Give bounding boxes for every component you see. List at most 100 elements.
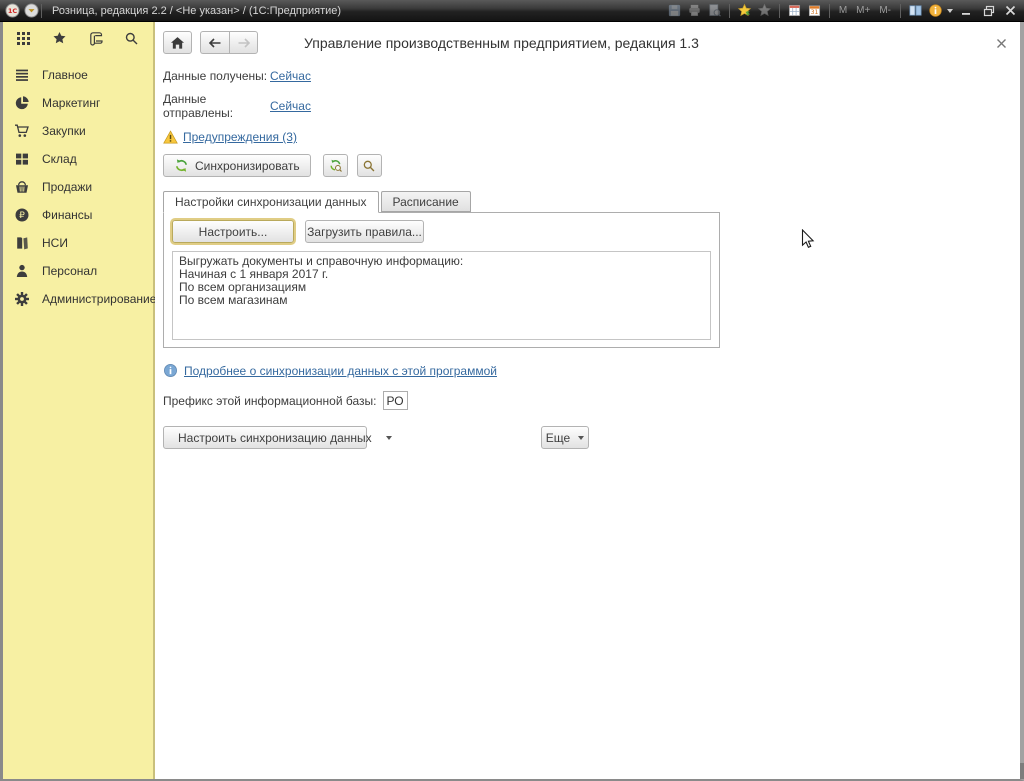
forward-button[interactable] — [229, 31, 258, 54]
synchronize-button-label: Синхронизировать — [195, 159, 300, 173]
all-functions-grid-icon[interactable] — [16, 31, 31, 46]
sync-details-link[interactable]: Подробнее о синхронизации данных с этой … — [184, 364, 497, 378]
sidebar-item-label: Персонал — [42, 264, 97, 278]
close-window-button[interactable] — [1002, 3, 1019, 18]
basket-icon — [14, 179, 30, 195]
sync-details-button[interactable] — [323, 154, 348, 177]
titlebar-separator — [829, 4, 830, 18]
back-arrow-icon — [208, 37, 222, 49]
window-body: Главное Маркетинг Закупки — [0, 22, 1024, 781]
data-received-link[interactable]: Сейчас — [270, 69, 311, 83]
close-icon — [1005, 5, 1016, 16]
sidebar-item-personnel[interactable]: Персонал — [3, 257, 153, 285]
sidebar-item-label: НСИ — [42, 236, 68, 250]
sidebar-item-purchases[interactable]: Закупки — [3, 117, 153, 145]
back-button[interactable] — [200, 31, 229, 54]
sync-search-icon — [328, 158, 343, 173]
titlebar-separator — [41, 4, 42, 18]
gear-icon — [14, 291, 30, 307]
tab-schedule[interactable]: Расписание — [381, 191, 471, 212]
memory-minus-button[interactable]: M- — [877, 5, 893, 16]
synchronize-button[interactable]: Синхронизировать — [163, 154, 311, 177]
restore-icon — [983, 5, 995, 17]
reference-books-icon — [14, 235, 30, 251]
memory-recall-button[interactable]: M — [837, 5, 849, 16]
calendar-icon[interactable]: 31 — [807, 3, 822, 18]
setup-sync-button-label: Настроить синхронизацию данных — [178, 431, 372, 445]
configure-button[interactable]: Настроить... — [172, 220, 294, 243]
find-button[interactable] — [357, 154, 382, 177]
sidebar-item-label: Финансы — [42, 208, 92, 222]
home-button[interactable] — [163, 31, 192, 54]
sync-description-line: По всем магазинам — [179, 294, 704, 307]
sidebar-item-warehouse[interactable]: Склад — [3, 145, 153, 173]
sections-menu: Главное Маркетинг Закупки — [3, 61, 153, 313]
titlebar-separator — [729, 4, 730, 18]
add-favorite-icon[interactable] — [737, 3, 752, 18]
warehouse-boxes-icon — [14, 151, 30, 167]
favorites-icon[interactable] — [757, 3, 772, 18]
memory-plus-button[interactable]: M+ — [854, 5, 872, 16]
info-menu[interactable] — [928, 3, 953, 18]
pie-chart-icon — [14, 95, 30, 111]
configure-button-label: Настроить... — [199, 225, 268, 239]
load-rules-button[interactable]: Загрузить правила... — [305, 220, 424, 243]
warnings-link[interactable]: Предупреждения (3) — [183, 130, 297, 144]
tab-label: Расписание — [393, 195, 459, 209]
sidebar-item-label: Продажи — [42, 180, 92, 194]
data-sent-row: Данные отправлены: Сейчас — [163, 92, 1020, 120]
close-form-button[interactable] — [996, 36, 1010, 50]
sidebar-item-marketing[interactable]: Маркетинг — [3, 89, 153, 117]
application-window: 1С Розница, редакция 2.2 / <Не указан> /… — [0, 0, 1024, 781]
data-sent-label: Данные отправлены: — [163, 92, 270, 120]
app-1c-icon[interactable]: 1С — [5, 3, 20, 18]
sidebar-item-label: Склад — [42, 152, 77, 166]
calculator-icon[interactable] — [787, 3, 802, 18]
sidebar-item-administration[interactable]: Администрирование — [3, 285, 153, 313]
navigation-buttons — [200, 31, 258, 54]
sidebar-item-nsi[interactable]: НСИ — [3, 229, 153, 257]
system-menu-icon[interactable] — [24, 3, 39, 18]
load-rules-button-label: Загрузить правила... — [307, 225, 422, 239]
save-icon[interactable] — [667, 3, 682, 18]
close-form-icon — [996, 38, 1007, 49]
print-preview-icon[interactable] — [707, 3, 722, 18]
history-icon[interactable] — [88, 31, 103, 46]
sidebar-item-label: Маркетинг — [42, 96, 100, 110]
restore-button[interactable] — [980, 3, 997, 18]
form-title: Управление производственным предприятием… — [304, 35, 699, 51]
data-sent-link[interactable]: Сейчас — [270, 99, 311, 113]
info-caret-icon — [947, 9, 953, 13]
tab-sync-settings[interactable]: Настройки синхронизации данных — [163, 191, 379, 213]
cart-icon — [14, 123, 30, 139]
sync-description-box[interactable]: Выгружать документы и справочную информа… — [172, 251, 711, 340]
prefix-input[interactable] — [383, 391, 408, 410]
form-header: Управление производственным предприятием… — [163, 30, 1010, 55]
more-button[interactable]: Еще — [541, 426, 589, 449]
sidebar-item-sales[interactable]: Продажи — [3, 173, 153, 201]
magnifier-icon — [362, 159, 376, 173]
sidebar-item-label: Главное — [42, 68, 88, 82]
window-title: Розница, редакция 2.2 / <Не указан> / (1… — [52, 5, 341, 17]
setup-sync-button[interactable]: Настроить синхронизацию данных — [163, 426, 367, 449]
search-icon[interactable] — [124, 31, 139, 46]
sidebar-item-main[interactable]: Главное — [3, 61, 153, 89]
prefix-row: Префикс этой информационной базы: — [163, 391, 1020, 410]
print-icon[interactable] — [687, 3, 702, 18]
info-icon — [928, 3, 943, 18]
main-area: Управление производственным предприятием… — [155, 22, 1020, 779]
menu-lines-icon — [14, 67, 30, 83]
split-window-icon[interactable] — [908, 3, 923, 18]
svg-text:₽: ₽ — [19, 211, 25, 221]
info-circle-icon — [163, 363, 178, 378]
prefix-label: Префикс этой информационной базы: — [163, 394, 377, 408]
minimize-button[interactable] — [958, 3, 975, 18]
sidebar-item-finance[interactable]: ₽ Финансы — [3, 201, 153, 229]
sync-arrows-icon — [174, 158, 189, 173]
forward-arrow-icon — [237, 37, 251, 49]
dropdown-caret-icon — [386, 436, 392, 440]
favorites-star-icon[interactable] — [52, 31, 67, 46]
resize-grip[interactable] — [1020, 763, 1024, 779]
details-row: Подробнее о синхронизации данных с этой … — [163, 363, 1020, 378]
ruble-circle-icon: ₽ — [14, 207, 30, 223]
